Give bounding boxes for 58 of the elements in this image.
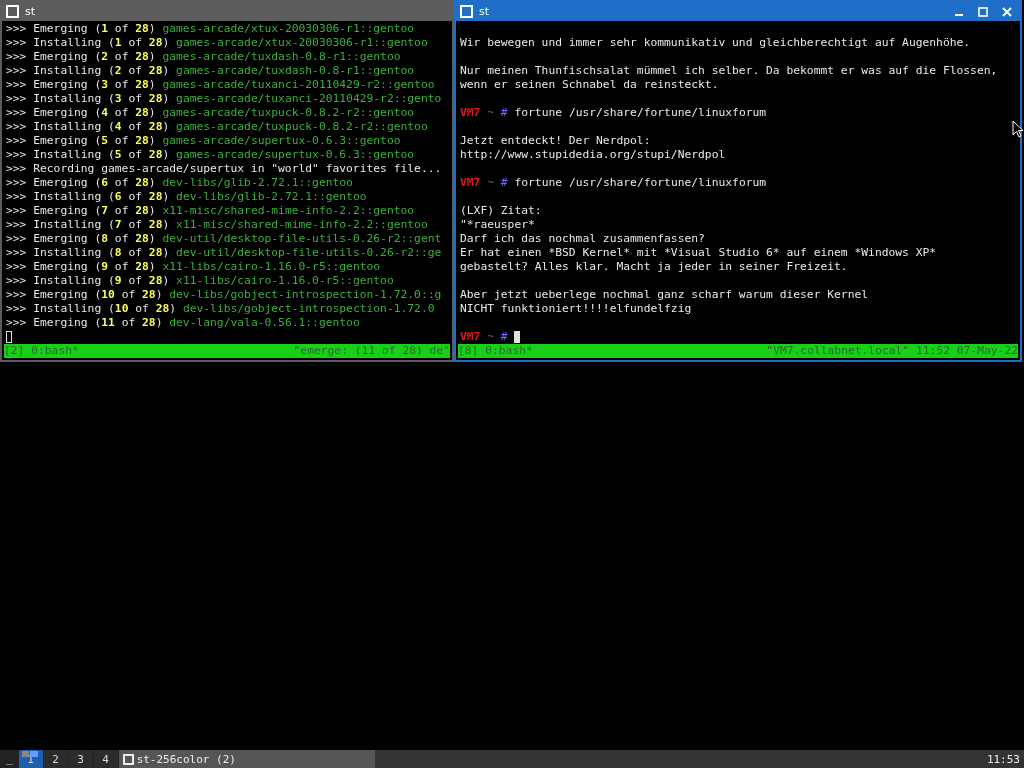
terminal-line: >>> Emerging (8 of 28) dev-util/desktop-file-utils-0.26-r2::gent: [6, 232, 442, 246]
terminal-line: >>> Installing (10 of 28) dev-libs/gobject-introspection-1.72.0: [6, 302, 435, 316]
terminal-line: >>> Installing (1 of 28) games-arcade/xtux-20030306-r1::gentoo: [6, 36, 428, 50]
window-icon[interactable]: [460, 5, 473, 18]
terminal-line: >>> Installing (8 of 28) dev-util/desktop-file-utils-0.26-r2::ge: [6, 246, 442, 260]
windows-indicator-icon: [21, 751, 38, 757]
terminal-line: >>> Emerging (3 of 28) games-arcade/tuxanci-20110429-r2::gentoo: [6, 78, 435, 92]
layout-symbol[interactable]: _: [0, 750, 19, 768]
prompt-line: VM7 ~ # fortune /usr/share/fortune/linuxforum: [460, 176, 767, 190]
terminal-line: >>> Emerging (2 of 28) games-arcade/tuxdash-0.8-r1::gentoo: [6, 50, 401, 64]
terminal-line: >>> Installing (7 of 28) x11-misc/shared-mime-info-2.2::gentoo: [6, 218, 428, 232]
task-title: st-256color (2): [136, 752, 236, 766]
terminal-line: >>> Installing (3 of 28) games-arcade/tuxanci-20110429-r2::gento: [6, 92, 442, 106]
close-icon: [1002, 6, 1012, 17]
terminal-line: >>> Emerging (11 of 28) dev-lang/vala-0.56.1::gentoo: [6, 316, 360, 330]
terminal-line: wenn er seinen Schnabel da reinsteckt.: [460, 78, 719, 92]
terminal-line: gebastelt? Alles klar. Macht ja jeder in seiner Freizeit.: [460, 260, 848, 274]
prompt-line: VM7 ~ # fortune /usr/share/fortune/linuxforum: [460, 106, 767, 120]
window-icon[interactable]: [6, 5, 19, 18]
terminal-line: >>> Emerging (6 of 28) dev-libs/glib-2.72.1::gentoo: [6, 176, 353, 190]
minimize-icon: [955, 14, 963, 16]
prompt-line: VM7 ~ #: [460, 330, 509, 344]
window-title: st: [479, 5, 491, 18]
terminal-line: >>> Installing (4 of 28) games-arcade/tuxpuck-0.8.2-r2::gentoo: [6, 120, 428, 134]
tag-button[interactable]: 4: [93, 750, 118, 768]
terminal-line: >>> Installing (2 of 28) games-arcade/tuxdash-0.8-r1::gentoo: [6, 64, 415, 78]
terminal-line: >>> Recording games-arcade/supertux in "world" favorites file...: [6, 162, 442, 176]
terminal-line: (LXF) Zitat:: [460, 204, 542, 218]
terminal-line: Aber jetzt ueberlege nochmal ganz scharf warum dieser Kernel: [460, 288, 869, 302]
clock: 11:53: [986, 752, 1020, 766]
terminal-line: Nur meinen Thunfischsalat mümmel ich selber. Da bekommt er was auf die Flossen,: [460, 64, 998, 78]
task-item[interactable]: st-256color (2): [118, 750, 375, 768]
tag-button[interactable]: 2: [43, 750, 68, 768]
maximize-icon: [978, 6, 988, 17]
terminal-line: Wir bewegen und immer sehr kommunikativ und gleichberechtigt auf Augenhöhe.: [460, 36, 971, 50]
terminal-line: >>> Emerging (4 of 28) games-arcade/tuxpuck-0.8.2-r2::gentoo: [6, 106, 415, 120]
terminal-line: >>> Installing (5 of 28) games-arcade/supertux-0.6.3::gentoo: [6, 148, 415, 162]
terminal-line: >>> Emerging (1 of 28) games-arcade/xtux-20030306-r1::gentoo: [6, 22, 415, 36]
text-cursor: [6, 331, 12, 343]
terminal-line: Jetzt entdeckt! Der Nerdpol:: [460, 134, 651, 148]
terminal-line: >>> Emerging (5 of 28) games-arcade/supertux-0.6.3::gentoo: [6, 134, 401, 148]
terminal-line: http://www.stupidedia.org/stupi/Nerdpol: [460, 148, 726, 162]
terminal-line: >>> Emerging (10 of 28) dev-libs/gobject-introspection-1.72.0::g: [6, 288, 442, 302]
tag-button[interactable]: 3: [68, 750, 93, 768]
status-info: "emerge: (11 of 28) de": [293, 344, 450, 358]
terminal-line: Er hat einen *BSD Kernel* mit *Visual Studio 6* auf einem *Windows XP*: [460, 246, 937, 260]
status-window-list: [2] 0:bash*: [4, 344, 79, 358]
terminal-line: "*raeusper*: [460, 218, 535, 232]
terminal-line: >>> Emerging (7 of 28) x11-misc/shared-mime-info-2.2::gentoo: [6, 204, 415, 218]
terminal-line: >>> Installing (9 of 28) x11-libs/cairo-1.16.0-r5::gentoo: [6, 274, 394, 288]
status-info: "VM7.collabnet.local" 11:52 07-May-22: [766, 344, 1018, 358]
status-window-list: [8] 0:bash*: [458, 344, 533, 358]
terminal-line: >>> Emerging (9 of 28) x11-libs/cairo-1.16.0-r5::gentoo: [6, 260, 381, 274]
window-title: st: [25, 5, 37, 18]
terminal-line: Darf ich das nochmal zusammenfassen?: [460, 232, 705, 246]
terminal-line: >>> Installing (6 of 28) dev-libs/glib-2.72.1::gentoo: [6, 190, 367, 204]
terminal-line: NICHT funktioniert!!!!elfundelfzig: [460, 302, 692, 316]
window-icon: [122, 753, 134, 765]
